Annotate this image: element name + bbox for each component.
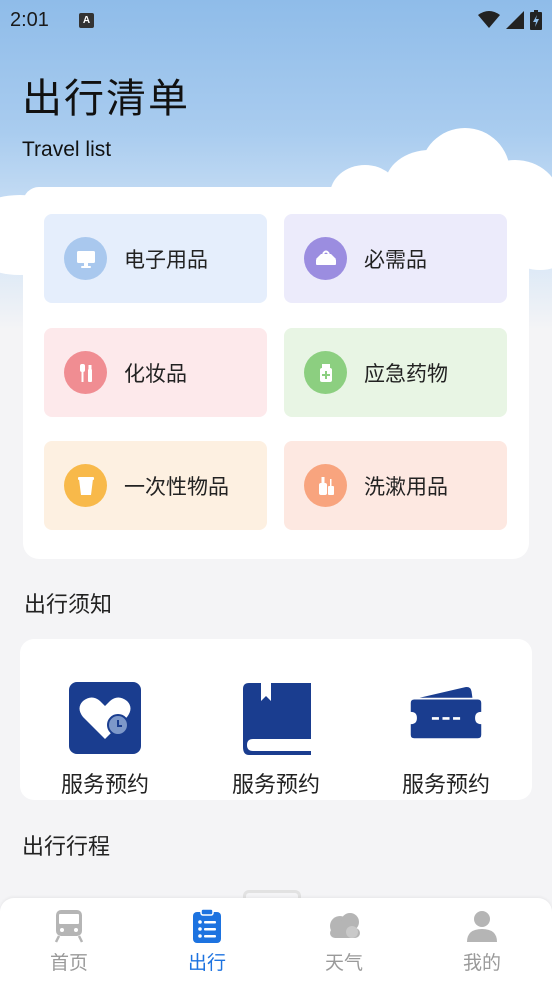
cup-icon bbox=[64, 464, 107, 507]
category-essentials[interactable]: 必需品 bbox=[284, 214, 507, 303]
tab-home[interactable]: 首页 bbox=[19, 908, 119, 975]
train-icon bbox=[54, 910, 84, 943]
tray-icon bbox=[304, 237, 347, 280]
medicine-icon bbox=[304, 351, 347, 394]
notice-card: 服务预约 服务预约 服务预约 bbox=[20, 639, 532, 800]
cosmetics-icon bbox=[64, 351, 107, 394]
itinerary-section-title: 出行行程 bbox=[22, 835, 111, 860]
service-item[interactable]: 服务预约 bbox=[40, 681, 170, 799]
tab-label: 出行 bbox=[187, 952, 226, 974]
tab-weather[interactable]: 天气 bbox=[294, 908, 394, 975]
battery-icon bbox=[530, 10, 542, 30]
tab-profile[interactable]: 我的 bbox=[432, 908, 532, 975]
category-label: 必需品 bbox=[364, 247, 427, 272]
category-disposables[interactable]: 一次性物品 bbox=[44, 441, 267, 530]
signal-icon bbox=[506, 11, 524, 29]
category-toiletries[interactable]: 洗漱用品 bbox=[284, 441, 507, 530]
status-time: 2:01 bbox=[10, 8, 49, 31]
tab-label: 我的 bbox=[462, 952, 501, 974]
tab-travel[interactable]: 出行 bbox=[157, 908, 257, 975]
category-medicine[interactable]: 应急药物 bbox=[284, 328, 507, 417]
tab-label: 天气 bbox=[324, 952, 363, 974]
category-cosmetics[interactable]: 化妆品 bbox=[44, 328, 267, 417]
bottom-tab-bar: 首页 出行 天气 我的 bbox=[0, 898, 552, 983]
notification-badge-icon: A bbox=[78, 12, 94, 28]
wifi-icon bbox=[478, 11, 500, 28]
category-card: 电子用品 必需品 化妆品 应急药物 一次性物品 洗漱用品 bbox=[23, 187, 529, 559]
category-label: 洗漱用品 bbox=[364, 474, 448, 499]
service-label: 服务预约 bbox=[401, 773, 490, 798]
toiletries-icon bbox=[304, 464, 347, 507]
page-title: 出行清单 bbox=[22, 76, 190, 122]
category-label: 电子用品 bbox=[124, 247, 208, 272]
category-label: 化妆品 bbox=[124, 361, 187, 386]
category-label: 应急药物 bbox=[364, 361, 448, 386]
category-electronics[interactable]: 电子用品 bbox=[44, 214, 267, 303]
tab-label: 首页 bbox=[49, 952, 88, 974]
monitor-icon bbox=[64, 237, 107, 280]
cloud-icon bbox=[330, 913, 360, 938]
book-icon bbox=[243, 683, 311, 755]
status-bar: 2:01 A bbox=[0, 0, 552, 40]
ticket-icon bbox=[410, 687, 482, 739]
page-subtitle: Travel list bbox=[22, 138, 112, 161]
heart-icon bbox=[69, 682, 141, 754]
category-label: 一次性物品 bbox=[124, 474, 229, 499]
person-icon bbox=[467, 911, 497, 942]
service-item[interactable]: 服务预约 bbox=[381, 681, 511, 799]
checklist-icon bbox=[193, 908, 221, 943]
service-label: 服务预约 bbox=[60, 773, 149, 798]
service-label: 服务预约 bbox=[231, 773, 320, 798]
service-item[interactable]: 服务预约 bbox=[211, 681, 341, 799]
notice-section-title: 出行须知 bbox=[24, 593, 113, 618]
